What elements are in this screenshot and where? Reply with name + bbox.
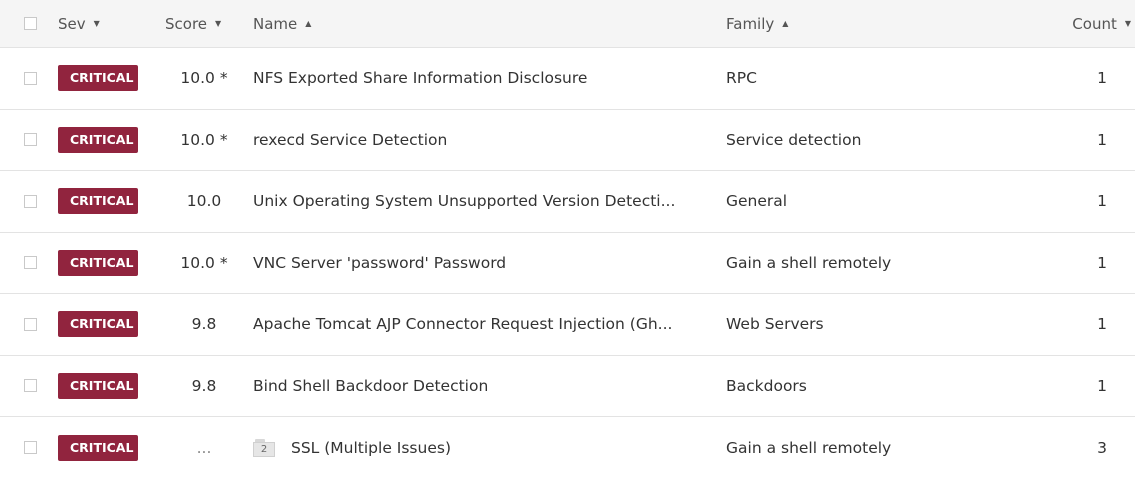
group-count: 2	[260, 444, 268, 456]
row-checkbox[interactable]	[24, 441, 37, 455]
column-header-family-label: Family	[726, 14, 775, 33]
row-checkbox[interactable]	[24, 317, 37, 331]
plugin-name[interactable]: NFS Exported Share Information Disclosur…	[253, 48, 713, 109]
severity-cell: CRITICAL	[58, 110, 158, 171]
table-header: Sev ▼ Score ▼ Name ▲ Family ▲ Count ▼	[0, 0, 1135, 48]
score-cell: 9.8	[191, 376, 217, 395]
severity-cell: CRITICAL	[58, 48, 158, 109]
count-cell: 1	[1097, 253, 1107, 272]
plugin-family: Gain a shell remotely	[726, 253, 892, 272]
row-checkbox[interactable]	[24, 379, 37, 393]
plugin-name[interactable]: rexecd Service Detection	[253, 110, 713, 171]
row-checkbox[interactable]	[24, 133, 37, 147]
table-row-group[interactable]: CRITICAL ... 2 SSL (Multiple Issues) Gai…	[0, 417, 1135, 479]
column-header-sev-label: Sev	[58, 14, 86, 33]
folder-icon: 2	[253, 438, 275, 457]
column-header-score-label: Score	[165, 14, 208, 33]
count-cell: 1	[1097, 130, 1107, 149]
row-checkbox[interactable]	[24, 194, 37, 208]
row-select-cell	[24, 417, 44, 479]
plugin-name[interactable]: VNC Server 'password' Password	[253, 233, 713, 294]
plugin-family: RPC	[726, 69, 757, 88]
column-header-sev[interactable]: Sev ▼	[58, 0, 158, 47]
table-row[interactable]: CRITICAL 10.0 * VNC Server 'password' Pa…	[0, 233, 1135, 294]
severity-badge: CRITICAL	[58, 372, 138, 399]
column-header-count[interactable]: Count ▼	[1040, 0, 1135, 47]
column-header-name-label: Name	[253, 14, 298, 33]
severity-cell: CRITICAL	[58, 294, 158, 355]
table-row[interactable]: CRITICAL 10.0 Unix Operating System Unsu…	[0, 171, 1135, 233]
row-checkbox[interactable]	[24, 71, 37, 85]
count-cell: 1	[1097, 315, 1107, 334]
sort-desc-icon: ▼	[215, 19, 222, 28]
score-cell: 10.0	[186, 192, 222, 211]
row-select-cell	[24, 233, 44, 294]
row-checkbox[interactable]	[24, 256, 37, 270]
table-row[interactable]: CRITICAL 9.8 Bind Shell Backdoor Detecti…	[0, 356, 1135, 417]
plugin-name: SSL (Multiple Issues)	[291, 438, 451, 457]
row-select-cell	[24, 171, 44, 232]
severity-badge: CRITICAL	[58, 126, 138, 153]
severity-cell: CRITICAL	[58, 417, 158, 479]
table-row[interactable]: CRITICAL 9.8 Apache Tomcat AJP Connector…	[0, 294, 1135, 356]
column-header-family[interactable]: Family ▲	[726, 0, 1026, 47]
sort-desc-icon: ▼	[1124, 19, 1131, 28]
plugin-name[interactable]: Apache Tomcat AJP Connector Request Inje…	[253, 294, 713, 355]
vulnerabilities-table: Sev ▼ Score ▼ Name ▲ Family ▲ Count ▼ CR…	[0, 0, 1135, 479]
severity-cell: CRITICAL	[58, 171, 158, 232]
sort-desc-icon: ▼	[93, 19, 100, 28]
plugin-group-name[interactable]: 2 SSL (Multiple Issues)	[253, 417, 713, 479]
column-header-name[interactable]: Name ▲	[253, 0, 713, 47]
plugin-family: Web Servers	[726, 315, 824, 334]
row-select-cell	[24, 110, 44, 171]
score-cell: 10.0 *	[180, 130, 228, 149]
table-row[interactable]: CRITICAL 10.0 * rexecd Service Detection…	[0, 110, 1135, 171]
column-header-score[interactable]: Score ▼	[165, 0, 245, 47]
severity-cell: CRITICAL	[58, 356, 158, 417]
severity-badge: CRITICAL	[58, 188, 138, 215]
table-row[interactable]: CRITICAL 10.0 * NFS Exported Share Infor…	[0, 48, 1135, 110]
count-cell: 1	[1097, 376, 1107, 395]
plugin-family: Backdoors	[726, 376, 807, 395]
count-cell: 1	[1097, 69, 1107, 88]
select-all-checkbox[interactable]	[24, 17, 37, 30]
row-select-cell	[24, 294, 44, 355]
plugin-family: General	[726, 192, 788, 211]
sort-asc-icon: ▲	[305, 19, 312, 28]
severity-badge: CRITICAL	[58, 249, 138, 276]
severity-badge: CRITICAL	[58, 65, 138, 92]
count-cell: 1	[1097, 192, 1107, 211]
select-all-cell	[24, 0, 44, 47]
severity-badge: CRITICAL	[58, 434, 138, 461]
sort-asc-icon: ▲	[782, 19, 789, 28]
severity-cell: CRITICAL	[58, 233, 158, 294]
plugin-family: Service detection	[726, 130, 862, 149]
score-cell: 9.8	[191, 315, 217, 334]
severity-badge: CRITICAL	[58, 311, 138, 338]
score-cell: 10.0 *	[180, 253, 228, 272]
row-select-cell	[24, 356, 44, 417]
count-cell: 3	[1097, 438, 1107, 457]
column-header-count-label: Count	[1072, 14, 1117, 33]
plugin-name[interactable]: Bind Shell Backdoor Detection	[253, 356, 713, 417]
plugin-family: Gain a shell remotely	[726, 438, 892, 457]
score-cell: ...	[196, 438, 212, 457]
score-cell: 10.0 *	[180, 69, 228, 88]
row-select-cell	[24, 48, 44, 109]
plugin-name[interactable]: Unix Operating System Unsupported Versio…	[253, 171, 713, 232]
